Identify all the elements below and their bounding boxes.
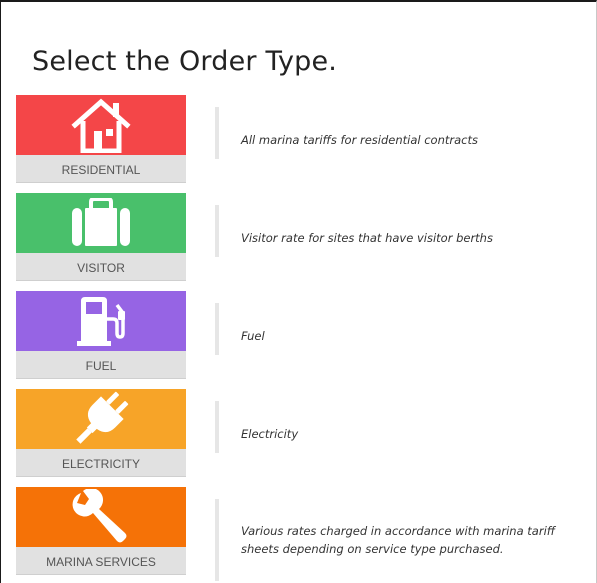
order-type-description: Fuel — [241, 329, 265, 343]
order-type-row-residential: RESIDENTIAL All marina tariffs for resid… — [16, 95, 576, 185]
page-title: Select the Order Type. — [32, 46, 338, 77]
tile-color-block — [16, 487, 186, 547]
divider — [215, 205, 219, 257]
divider — [215, 303, 219, 355]
tile-color-block — [16, 193, 186, 253]
order-type-description: All marina tariffs for residential contr… — [241, 133, 478, 147]
order-type-panel: Select the Order Type. RESIDENTIAL All m… — [0, 0, 597, 583]
order-type-tile-residential[interactable]: RESIDENTIAL — [16, 95, 186, 183]
order-type-row-electricity: ELECTRICITY Electricity — [16, 389, 576, 479]
order-type-row-marina-services: MARINA SERVICES Various rates charged in… — [16, 487, 576, 581]
order-type-tile-visitor[interactable]: VISITOR — [16, 193, 186, 281]
order-type-row-visitor: VISITOR Visitor rate for sites that have… — [16, 193, 576, 283]
order-type-tile-electricity[interactable]: ELECTRICITY — [16, 389, 186, 477]
house-icon — [69, 97, 133, 153]
divider — [215, 107, 219, 159]
order-type-description: Various rates charged in accordance with… — [241, 524, 556, 556]
plug-icon — [71, 391, 131, 447]
tile-label: RESIDENTIAL — [16, 155, 186, 183]
suitcase-icon — [70, 198, 132, 248]
divider — [215, 499, 219, 581]
tile-label: MARINA SERVICES — [16, 547, 186, 575]
tile-label: VISITOR — [16, 253, 186, 281]
order-type-tile-marina-services[interactable]: MARINA SERVICES — [16, 487, 186, 575]
tile-label: ELECTRICITY — [16, 449, 186, 477]
divider — [215, 401, 219, 453]
tile-color-block — [16, 95, 186, 155]
order-type-description: Visitor rate for sites that have visitor… — [241, 231, 493, 245]
tile-color-block — [16, 291, 186, 351]
wrench-icon — [71, 489, 131, 545]
order-type-description: Electricity — [241, 427, 299, 441]
order-type-row-fuel: FUEL Fuel — [16, 291, 576, 381]
fuel-pump-icon — [73, 295, 129, 347]
order-type-tile-fuel[interactable]: FUEL — [16, 291, 186, 379]
tile-label: FUEL — [16, 351, 186, 379]
tile-color-block — [16, 389, 186, 449]
